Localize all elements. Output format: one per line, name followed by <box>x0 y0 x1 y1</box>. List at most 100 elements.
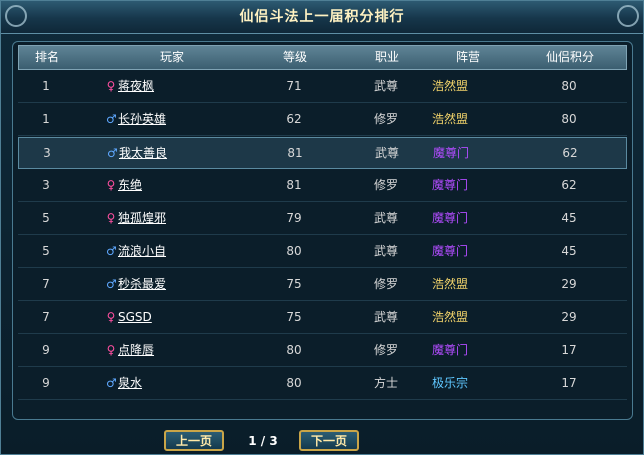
player-cell: ♀ SGSD <box>106 302 236 333</box>
window-title: 仙侣斗法上一届积分排行 <box>239 9 405 25</box>
level-cell: 81 <box>286 178 302 192</box>
male-icon: ♂ <box>107 146 118 160</box>
page-indicator: 1 / 3 <box>248 434 278 448</box>
table-row[interactable]: 7 ♂ 秒杀最爱 75 修罗 浩然盟 29 <box>18 269 627 301</box>
ranking-table: 排名 玩家 等级 职业 阵营 仙侣积分 1 ♀ 蒋夜枫 71 武尊 浩然盟 80 1 ♂ 长孙英雄… <box>12 41 633 420</box>
player-cell: ♀ 点降唇 <box>106 335 236 366</box>
job-cell: 修罗 <box>373 277 398 291</box>
score-cell: 17 <box>561 343 577 357</box>
rank-cell: 7 <box>42 277 50 291</box>
player-cell: ♀ 蒋夜枫 <box>106 71 236 102</box>
job-cell: 修罗 <box>373 178 398 192</box>
camp-cell: 魔尊门 <box>432 343 469 357</box>
male-icon: ♂ <box>106 112 117 126</box>
level-cell: 75 <box>286 310 302 324</box>
level-cell: 71 <box>286 79 302 93</box>
score-cell: 80 <box>561 112 577 126</box>
rank-cell: 7 <box>42 310 50 324</box>
player-cell: ♂ 秒杀最爱 <box>106 269 236 300</box>
female-icon: ♀ <box>106 211 116 225</box>
level-cell: 62 <box>286 112 302 126</box>
player-cell: ♂ 我太善良 <box>107 138 237 169</box>
next-page-button[interactable]: 下一页 <box>299 430 359 451</box>
rank-cell: 3 <box>42 178 50 192</box>
table-header: 排名 玩家 等级 职业 阵营 仙侣积分 <box>18 45 627 70</box>
job-cell: 修罗 <box>373 112 398 126</box>
camp-cell: 魔尊门 <box>432 244 469 258</box>
job-cell: 武尊 <box>373 211 398 225</box>
job-cell: 武尊 <box>374 146 399 160</box>
player-cell: ♀ 独孤煌邪 <box>106 203 236 234</box>
player-cell: ♂ 流浪小自 <box>106 236 236 267</box>
rank-cell: 1 <box>42 112 50 126</box>
pagination: 上一页 1 / 3 下一页 <box>1 427 643 455</box>
rank-cell: 9 <box>42 376 50 390</box>
title-bar: 仙侣斗法上一届积分排行 <box>1 1 643 34</box>
job-cell: 武尊 <box>373 79 398 93</box>
player-name-link[interactable]: 我太善良 <box>119 138 167 169</box>
table-row[interactable]: 5 ♂ 流浪小自 80 武尊 魔尊门 45 <box>18 236 627 268</box>
level-cell: 81 <box>287 146 303 160</box>
player-name-link[interactable]: 东绝 <box>118 170 142 201</box>
rank-cell: 3 <box>43 146 51 160</box>
table-row[interactable]: 3 ♂ 我太善良 81 武尊 魔尊门 62 <box>18 137 627 169</box>
level-cell: 80 <box>286 244 302 258</box>
rank-cell: 5 <box>42 211 50 225</box>
score-cell: 62 <box>561 178 577 192</box>
player-name-link[interactable]: 点降唇 <box>118 335 154 366</box>
score-cell: 45 <box>561 211 577 225</box>
table-row[interactable]: 1 ♂ 长孙英雄 62 修罗 浩然盟 80 <box>18 104 627 136</box>
level-cell: 75 <box>286 277 302 291</box>
score-cell: 62 <box>562 146 578 160</box>
header-score: 仙侣积分 <box>545 50 594 64</box>
player-name-link[interactable]: SGSD <box>118 302 152 333</box>
female-icon: ♀ <box>106 178 116 192</box>
score-cell: 29 <box>561 277 577 291</box>
camp-cell: 极乐宗 <box>432 376 469 390</box>
job-cell: 修罗 <box>373 343 398 357</box>
score-cell: 29 <box>561 310 577 324</box>
job-cell: 武尊 <box>373 310 398 324</box>
player-name-link[interactable]: 流浪小自 <box>118 236 166 267</box>
player-cell: ♂ 泉水 <box>106 368 236 399</box>
level-cell: 80 <box>286 343 302 357</box>
player-name-link[interactable]: 长孙英雄 <box>118 104 166 135</box>
level-cell: 79 <box>286 211 302 225</box>
table-row[interactable]: 1 ♀ 蒋夜枫 71 武尊 浩然盟 80 <box>18 71 627 103</box>
level-cell: 80 <box>286 376 302 390</box>
table-row[interactable]: 9 ♀ 点降唇 80 修罗 魔尊门 17 <box>18 335 627 367</box>
camp-cell: 浩然盟 <box>432 112 469 126</box>
male-icon: ♂ <box>106 244 117 258</box>
rank-cell: 9 <box>42 343 50 357</box>
player-name-link[interactable]: 秒杀最爱 <box>118 269 166 300</box>
table-row[interactable]: 7 ♀ SGSD 75 武尊 浩然盟 29 <box>18 302 627 334</box>
table-row[interactable]: 5 ♀ 独孤煌邪 79 武尊 魔尊门 45 <box>18 203 627 235</box>
camp-cell: 魔尊门 <box>433 146 470 160</box>
male-icon: ♂ <box>106 277 117 291</box>
prev-page-button[interactable]: 上一页 <box>164 430 224 451</box>
player-name-link[interactable]: 泉水 <box>118 368 142 399</box>
ranking-window: 仙侣斗法上一届积分排行 排名 玩家 等级 职业 阵营 仙侣积分 1 ♀ 蒋夜枫 71 武… <box>0 0 644 455</box>
header-level: 等级 <box>282 50 307 64</box>
male-icon: ♂ <box>106 376 117 390</box>
player-cell: ♂ 长孙英雄 <box>106 104 236 135</box>
corner-ornament-icon <box>617 5 639 27</box>
table-row[interactable]: 3 ♀ 东绝 81 修罗 魔尊门 62 <box>18 170 627 202</box>
camp-cell: 浩然盟 <box>432 277 469 291</box>
female-icon: ♀ <box>106 310 116 324</box>
job-cell: 方士 <box>373 376 398 390</box>
score-cell: 45 <box>561 244 577 258</box>
camp-cell: 浩然盟 <box>432 310 469 324</box>
header-player: 玩家 <box>159 50 184 64</box>
female-icon: ♀ <box>106 343 116 357</box>
header-rank: 排名 <box>34 50 59 64</box>
header-job: 职业 <box>374 50 399 64</box>
score-cell: 80 <box>561 79 577 93</box>
header-camp: 阵营 <box>455 50 480 64</box>
rank-cell: 1 <box>42 79 50 93</box>
score-cell: 17 <box>561 376 577 390</box>
female-icon: ♀ <box>106 79 116 93</box>
player-name-link[interactable]: 蒋夜枫 <box>118 71 154 102</box>
player-name-link[interactable]: 独孤煌邪 <box>118 203 166 234</box>
table-row[interactable]: 9 ♂ 泉水 80 方士 极乐宗 17 <box>18 368 627 400</box>
